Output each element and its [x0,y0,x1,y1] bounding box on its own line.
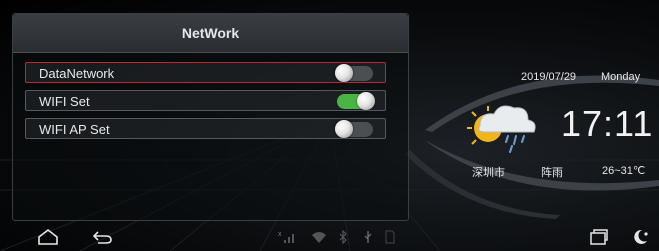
time-label: 17:11 [561,103,654,144]
panel-title: NetWork [13,14,408,53]
toggle-knob [335,120,353,138]
bluetooth-icon [337,229,349,245]
wifi-ap-set-toggle[interactable] [335,120,373,138]
list-item-wifi-ap-set[interactable]: WIFI AP Set [25,118,386,139]
back-icon [92,231,112,244]
home-icon [38,228,58,245]
temperature-label: 26~31℃ [602,165,646,177]
toggle-knob [357,92,375,110]
rain-cloud-sun-icon [467,105,536,153]
sd-card-icon [384,229,396,245]
recent-apps-icon [590,229,608,245]
wifi-icon [310,229,328,245]
list-item-datanetwork[interactable]: DataNetwork [25,62,386,83]
day-label: Monday [601,71,641,83]
usb-icon [362,229,374,245]
date-label: 2019/07/29 [521,71,577,83]
night-mode-button[interactable] [627,226,653,248]
screen: NetWork DataNetwork WIFI Set WIFI AP Set… [0,0,659,251]
list-item-label: WIFI Set [39,94,90,109]
toggle-knob [335,64,353,82]
svg-text:x: x [278,231,282,238]
weather-condition-label: 阵雨 [541,167,563,179]
list-item-wifi-set[interactable]: WIFI Set [25,90,386,111]
list-item-label: DataNetwork [39,66,115,81]
city-label: 深圳市 [472,167,505,179]
home-button[interactable] [35,226,61,248]
back-button[interactable] [90,226,116,248]
list-item-label: WIFI AP Set [39,122,110,137]
signal-off-icon: x [278,229,298,245]
wifi-set-toggle[interactable] [337,92,375,110]
datanetwork-toggle[interactable] [335,64,373,82]
network-panel: NetWork DataNetwork WIFI Set WIFI AP Set [12,13,409,221]
recent-apps-button[interactable] [586,226,612,248]
night-mode-icon [634,229,648,244]
